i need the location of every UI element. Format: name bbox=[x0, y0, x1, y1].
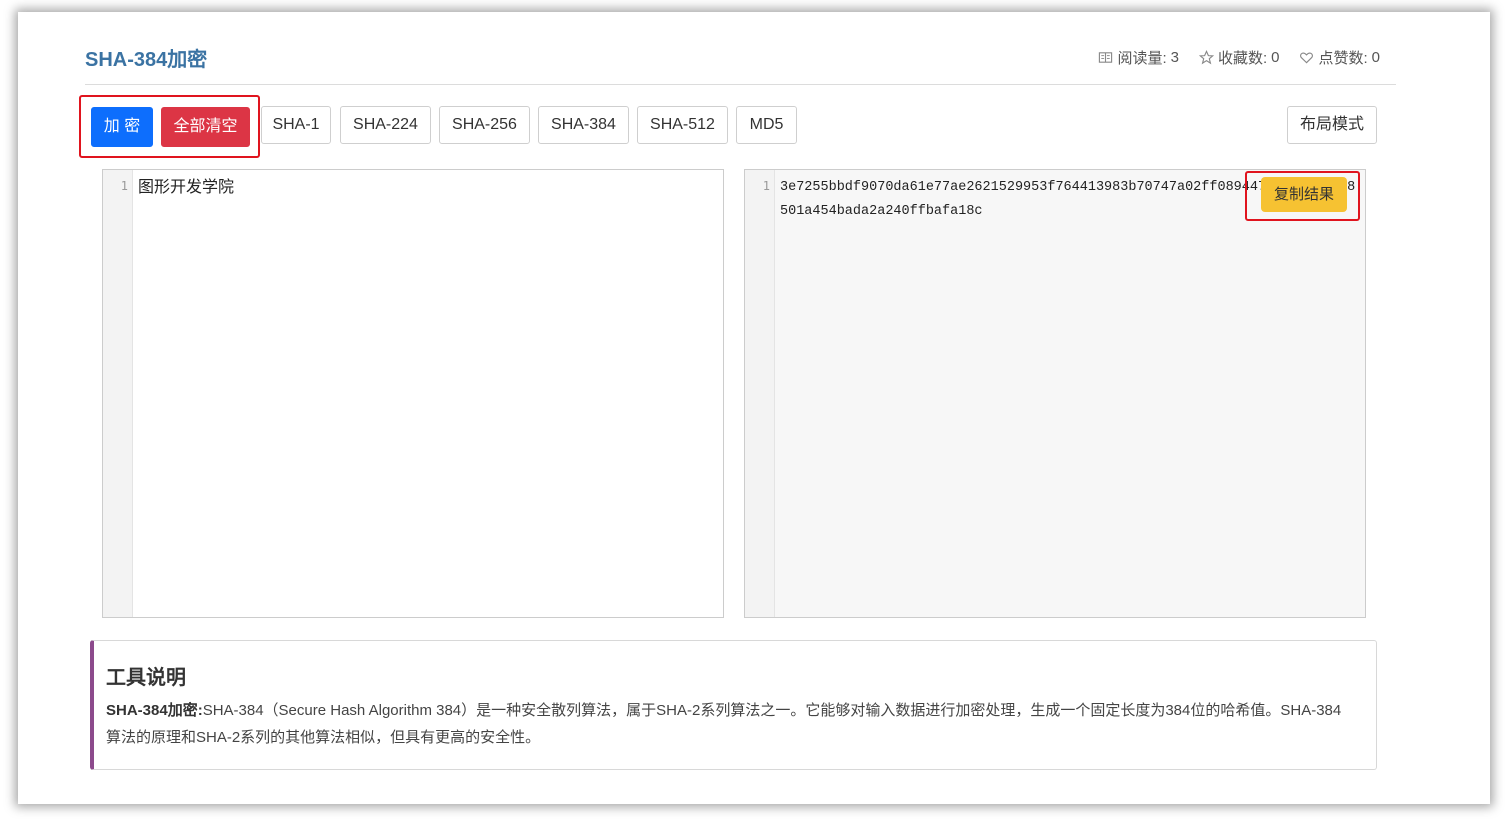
input-editor[interactable]: 1 图形开发学院 bbox=[102, 169, 724, 618]
highlight-box-copy bbox=[1245, 171, 1360, 221]
description-term: SHA-384加密: bbox=[106, 702, 203, 719]
views-count: 3 bbox=[1170, 49, 1179, 66]
output-line-gutter: 1 bbox=[745, 170, 775, 617]
views-label: 阅读量: bbox=[1117, 50, 1167, 67]
favorites-count: 0 bbox=[1271, 49, 1280, 66]
tool-page: SHA-384加密 阅读量: 3 收藏数: 0 点赞数: 0 加 密 全部清空 … bbox=[18, 12, 1490, 804]
algo-sha1-button[interactable]: SHA-1 bbox=[261, 106, 331, 144]
input-text[interactable]: 图形开发学院 bbox=[138, 176, 715, 200]
layout-mode-button[interactable]: 布局模式 bbox=[1287, 106, 1377, 144]
description-text: SHA-384（Secure Hash Algorithm 384）是一种安全散… bbox=[106, 702, 1342, 746]
star-icon bbox=[1198, 50, 1214, 65]
algo-sha512-button[interactable]: SHA-512 bbox=[637, 106, 728, 144]
likes-label: 点赞数: bbox=[1318, 50, 1368, 67]
algo-md5-button[interactable]: MD5 bbox=[736, 106, 797, 144]
page-frame: SHA-384加密 阅读量: 3 收藏数: 0 点赞数: 0 加 密 全部清空 … bbox=[18, 12, 1490, 804]
heart-icon bbox=[1300, 52, 1314, 64]
highlight-box-actions bbox=[79, 95, 260, 158]
output-editor[interactable]: 1 3e7255bbdf9070da61e77ae2621529953f7644… bbox=[744, 169, 1366, 618]
algo-sha384-button[interactable]: SHA-384 bbox=[538, 106, 629, 144]
output-line-number: 1 bbox=[762, 179, 770, 193]
page-stats: 阅读量: 3 收藏数: 0 点赞数: 0 bbox=[1098, 47, 1380, 68]
favorites-stat[interactable]: 收藏数: 0 bbox=[1198, 47, 1280, 68]
views-stat: 阅读量: 3 bbox=[1098, 47, 1179, 68]
description-body: SHA-384加密:SHA-384（Secure Hash Algorithm … bbox=[106, 697, 1346, 751]
title-divider bbox=[85, 84, 1396, 85]
algo-sha224-button[interactable]: SHA-224 bbox=[340, 106, 431, 144]
likes-stat[interactable]: 点赞数: 0 bbox=[1299, 47, 1380, 68]
input-line-gutter: 1 bbox=[103, 170, 133, 617]
description-heading: 工具说明 bbox=[106, 667, 186, 689]
favorites-label: 收藏数: bbox=[1217, 50, 1268, 67]
input-line-number: 1 bbox=[120, 179, 128, 193]
algo-sha256-button[interactable]: SHA-256 bbox=[439, 106, 530, 144]
book-icon bbox=[1099, 52, 1113, 63]
page-title: SHA-384加密 bbox=[85, 49, 208, 71]
likes-count: 0 bbox=[1371, 49, 1380, 66]
tool-description-panel: 工具说明 SHA-384加密:SHA-384（Secure Hash Algor… bbox=[90, 640, 1377, 770]
